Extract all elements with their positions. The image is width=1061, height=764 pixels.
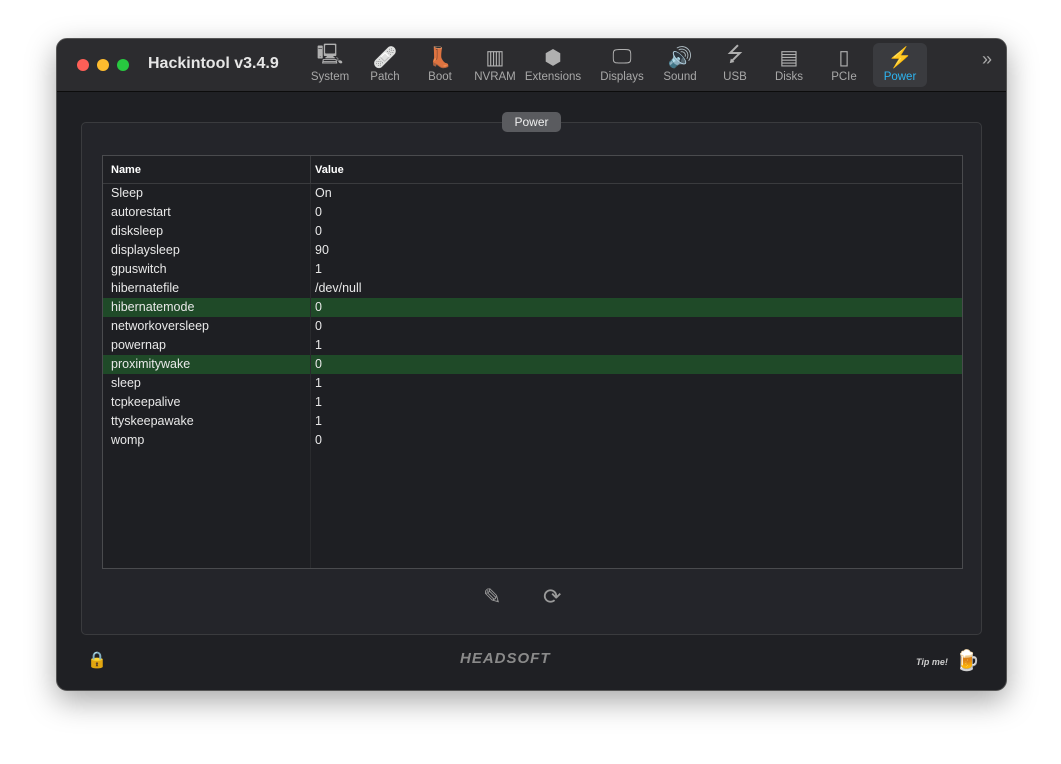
lego-icon: ⬢ — [544, 46, 562, 69]
toolbar-label: Patch — [370, 71, 400, 83]
toolbar-overflow-button[interactable]: » — [982, 49, 992, 70]
pipette-icon[interactable]: ✎ — [483, 584, 501, 610]
table-row[interactable]: womp 0 — [103, 431, 962, 450]
table-row[interactable]: Sleep On — [103, 184, 962, 203]
row-name: proximitywake — [111, 357, 191, 371]
title-bar: Hackintool v3.4.9 🖳 System 🩹 Patch 👢 Boot ▥ NVR… — [57, 39, 1006, 92]
row-value: 0 — [310, 317, 962, 336]
usb-icon: ⭍ — [726, 44, 744, 66]
toolbar-usb-button[interactable]: ⭍ USB — [708, 43, 762, 87]
table-row[interactable]: disksleep 0 — [103, 222, 962, 241]
row-name: sleep — [111, 376, 141, 390]
minimize-button[interactable] — [97, 59, 109, 71]
toolbar-sound-button[interactable]: 🔊 Sound — [653, 43, 707, 87]
row-name: hibernatefile — [111, 281, 180, 295]
row-name: hibernatemode — [111, 300, 195, 314]
toolbar-label: Sound — [663, 71, 697, 83]
power-table: Name Value Sleep On autorestart 0 disksleep 0… — [102, 155, 963, 569]
row-name: networkoversleep — [111, 319, 209, 333]
bandage-icon: 🩹 — [372, 46, 398, 69]
row-value: 0 — [310, 298, 962, 317]
table-row[interactable]: hibernatefile/dev/null — [103, 279, 962, 298]
row-value: 1 — [310, 374, 962, 393]
toolbar-label: USB — [723, 71, 747, 83]
pcie-icon: ▯ — [838, 46, 850, 69]
row-name: powernap — [111, 338, 166, 352]
row-value: 1 — [310, 336, 962, 355]
app-window: Hackintool v3.4.9 🖳 System 🩹 Patch 👢 Boot ▥ NVR… — [56, 38, 1007, 691]
table-row[interactable]: tcpkeepalive 1 — [103, 393, 962, 412]
toolbar-label: Disks — [774, 71, 804, 83]
toolbar-system-button[interactable]: 🖳 System — [303, 43, 357, 87]
table-row[interactable]: hibernatemode 0 — [103, 298, 962, 317]
computer-icon: 🖳 — [316, 44, 344, 66]
window-title: Hackintool v3.4.9 — [148, 55, 279, 72]
tab-power[interactable]: Power — [502, 112, 561, 132]
row-value: 0 — [310, 222, 962, 241]
boot-icon: 👢 — [427, 46, 453, 69]
toolbar-power-button[interactable]: ⚡ Power — [873, 43, 927, 87]
toolbar-label: Power — [883, 71, 917, 83]
toolbar-patch-button[interactable]: 🩹 Patch — [358, 43, 412, 87]
toolbar-extensions-button[interactable]: ⬢ Extensions — [523, 43, 583, 87]
table-row[interactable]: proximitywake 0 — [103, 355, 962, 374]
table-row[interactable]: sleep 1 — [103, 374, 962, 393]
toolbar-label: System — [310, 71, 350, 83]
beer-icon[interactable]: 🍺 — [955, 648, 980, 673]
lock-icon[interactable]: 🔒 — [87, 650, 107, 670]
zoom-button[interactable] — [117, 59, 129, 71]
close-button[interactable] — [77, 59, 89, 71]
row-value: /dev/null — [310, 279, 962, 298]
toolbar-label: Displays — [600, 71, 644, 83]
toolbar-pcie-button[interactable]: ▯ PCIe — [817, 43, 871, 87]
refresh-icon[interactable]: ⟳ — [543, 584, 561, 610]
row-name: disksleep — [111, 224, 164, 238]
table-row[interactable]: ttyskeepawake 1 — [103, 412, 962, 431]
headsoft-logo[interactable]: HEADSOFT — [460, 650, 551, 667]
row-name: gpuswitch — [111, 262, 167, 276]
toolbar-nvram-button[interactable]: ▥ NVRAM — [468, 43, 522, 87]
disk-icon: ▤ — [779, 46, 799, 69]
column-header-value[interactable]: Value — [310, 156, 962, 183]
table-header: Name Value — [103, 156, 962, 184]
row-value: 1 — [310, 393, 962, 412]
row-name: autorestart — [111, 205, 171, 219]
power-icon: ⚡ — [887, 46, 913, 69]
row-name: ttyskeepawake — [111, 414, 194, 428]
display-icon: 🖵 — [612, 45, 632, 68]
toolbar-boot-button[interactable]: 👢 Boot — [413, 43, 467, 87]
row-value: 0 — [310, 355, 962, 374]
toolbar-displays-button[interactable]: 🖵 Displays — [595, 43, 649, 87]
row-value: 1 — [310, 260, 962, 279]
row-value: 0 — [310, 203, 962, 222]
toolbar-disks-button[interactable]: ▤ Disks — [762, 43, 816, 87]
nvram-icon: ▥ — [485, 46, 505, 69]
column-header-name[interactable]: Name — [103, 156, 310, 183]
row-name: displaysleep — [111, 243, 180, 257]
table-row[interactable]: gpuswitch 1 — [103, 260, 962, 279]
toolbar-label: NVRAM — [474, 71, 516, 83]
tip-me-label[interactable]: Tip me! — [916, 657, 948, 667]
row-value: 90 — [310, 241, 962, 260]
toolbar-label: PCIe — [831, 71, 857, 83]
table-row[interactable]: displaysleep 90 — [103, 241, 962, 260]
row-value: On — [310, 184, 962, 203]
row-name: Sleep — [111, 186, 143, 200]
toolbar-label: Boot — [428, 71, 452, 83]
row-value: 1 — [310, 412, 962, 431]
speaker-icon: 🔊 — [667, 46, 693, 69]
row-name: tcpkeepalive — [111, 395, 181, 409]
row-value: 0 — [310, 431, 962, 450]
table-row[interactable]: powernap 1 — [103, 336, 962, 355]
toolbar-label: Extensions — [524, 71, 582, 83]
table-row[interactable]: networkoversleep 0 — [103, 317, 962, 336]
table-row[interactable]: autorestart 0 — [103, 203, 962, 222]
row-name: womp — [111, 433, 145, 447]
